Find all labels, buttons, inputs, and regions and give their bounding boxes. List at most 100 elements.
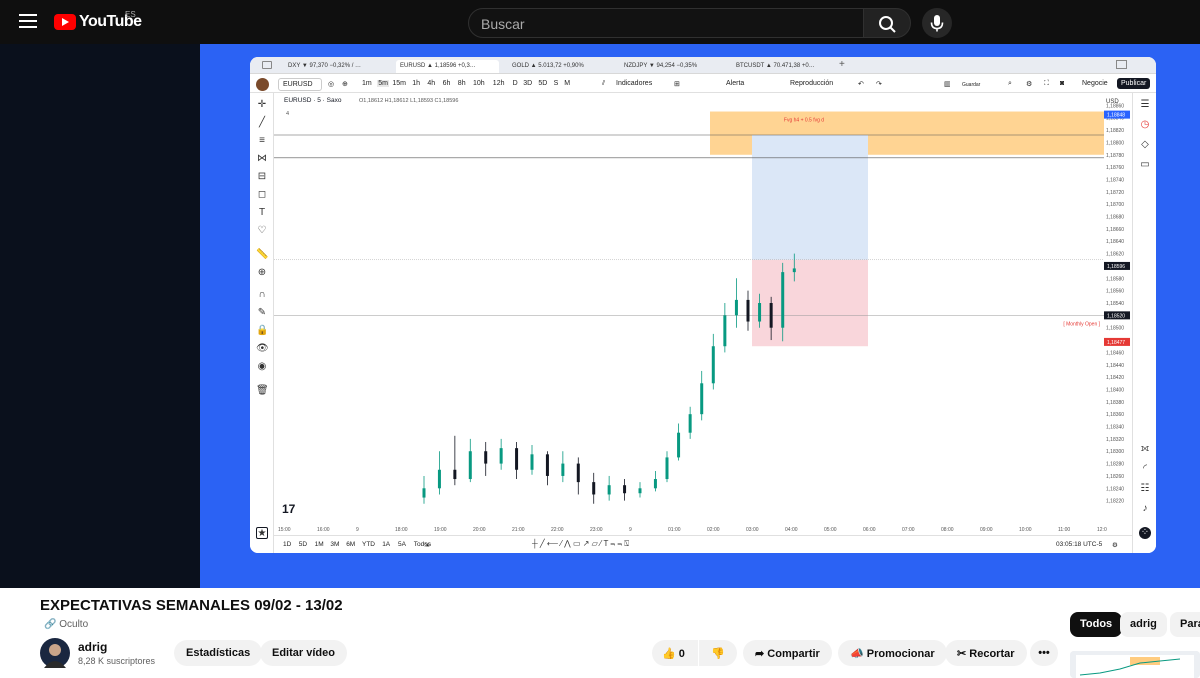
price-tick: 1,18440 [1106,363,1124,369]
favorites-icon[interactable]: ★ [256,527,268,539]
redo-icon[interactable]: ↷ [876,80,882,88]
tab-eurusd[interactable]: EURUSD ▲ 1,18596 +0,3… [396,60,499,73]
compare-icon[interactable]: ◎ [328,80,334,88]
timeframe-5m[interactable]: 5m [377,80,389,87]
tab-gold[interactable]: GOLD ▲ 5.013,72 +0,90% [508,60,612,73]
layers-icon[interactable]: ◇ [1139,139,1151,151]
range-1M[interactable]: 1M [315,541,324,548]
undo-icon[interactable]: ↶ [858,80,864,88]
symbol-search[interactable]: EURUSD [278,78,322,91]
heart-icon[interactable]: ♡ [256,225,268,237]
ruler-icon[interactable]: 📏 [256,249,268,261]
range-YTD[interactable]: YTD [362,541,375,548]
chip-todos[interactable]: Todos [1070,612,1123,637]
search-input[interactable]: Buscar [468,8,864,38]
share-button[interactable]: ➦ Compartir [743,640,832,666]
timeframe-5D[interactable]: 5D [538,80,547,87]
chip-adrig[interactable]: adrig [1120,612,1167,637]
layout-icon[interactable] [262,61,272,69]
user-avatar[interactable] [256,78,269,91]
range-5A[interactable]: 5A [398,541,406,548]
apps-icon[interactable]: ⁘ [1139,527,1151,539]
lock-icon[interactable]: 🔒 [256,325,268,337]
range-1A[interactable]: 1A [382,541,390,548]
price-tick: 1,18240 [1106,486,1124,492]
pattern-icon[interactable]: ⋈ [256,153,268,165]
channel-name[interactable]: adrig [78,640,107,654]
zoom-icon[interactable]: ⊕ [256,267,268,279]
channel-avatar[interactable] [40,638,70,668]
tab-nzdjpy[interactable]: NZDJPY ▼ 94,254 −0,35% [620,60,724,73]
layout-select-icon[interactable]: ▥ [944,80,951,88]
timeframe-4h[interactable]: 4h [427,80,435,87]
indicators-button[interactable]: Indicadores [616,80,652,87]
crosshair-icon[interactable]: ✛ [256,99,268,111]
promote-button[interactable]: 📣 Promocionar [838,640,947,666]
timeframe-S[interactable]: S [554,80,559,87]
dislike-button[interactable]: 👎 [699,640,737,666]
clip-button[interactable]: ✂ Recortar [945,640,1027,666]
chart-type-icon[interactable]: ⫽ [602,80,605,88]
pencil-lock-icon[interactable]: ✎ [256,307,268,319]
calendar-icon[interactable]: ☷ [1139,483,1151,495]
alert-button[interactable]: Alerta [726,80,744,87]
menu-icon[interactable] [19,14,37,28]
window-icon[interactable] [1116,60,1127,69]
date-range-icon[interactable]: ⇲ [424,541,429,549]
trendline-icon[interactable]: ╱ [256,117,268,129]
more-actions-button[interactable]: ••• [1030,640,1058,666]
add-symbol-icon[interactable]: ⊕ [342,80,348,88]
magnet-icon[interactable]: ∩ [256,289,268,301]
timeframe-12h[interactable]: 12h [493,80,505,87]
text-icon[interactable]: T [256,207,268,219]
timeframe-M[interactable]: M [564,80,570,87]
forecast-icon[interactable]: ⊟ [256,171,268,183]
timeframe-8h[interactable]: 8h [458,80,466,87]
alerts-icon[interactable]: ◷ [1139,119,1151,131]
notifications-icon[interactable]: ♪ [1139,503,1151,515]
drawing-favorites-bar[interactable]: ┼ ╱ ⟵ ⁄ ⋀ ▭ ↗ ▱ ⁄ T ⫬ ⫬ ⍂ [532,539,629,549]
youtube-logo[interactable]: YouTube ES [54,10,142,31]
scale-settings-icon[interactable]: ⚙ [1112,541,1118,549]
quick-search-icon[interactable]: ⌕ [1008,80,1012,88]
templates-icon[interactable]: ⊞ [674,80,680,88]
range-6M[interactable]: 6M [346,541,355,548]
publish-button[interactable]: Publicar [1117,78,1151,89]
fib-icon[interactable]: ≡ [256,135,268,147]
timeframe-15m[interactable]: 15m [392,80,406,87]
chip-para[interactable]: Para [1170,612,1200,637]
tab-btcusdt[interactable]: BTCUSDT ▲ 70.471,38 +0… [732,60,836,73]
timeframe-10h[interactable]: 10h [473,80,485,87]
save-button[interactable]: Guardar [962,82,980,88]
voice-search-button[interactable] [922,8,952,38]
timeframe-3D[interactable]: 3D [523,80,532,87]
recommended-video-thumbnail[interactable] [1070,651,1200,678]
trash-icon[interactable]: 🗑 [256,385,269,397]
timeframe-1m[interactable]: 1m [362,80,372,87]
tab-dxy[interactable]: DXY ▼ 97,370 −0,32% / … [284,60,387,73]
replay-button[interactable]: Reproducción [790,80,833,87]
ideas-icon[interactable]: ⟗ [1139,443,1151,455]
settings-icon[interactable]: ⚙ [1026,80,1032,88]
globe-icon[interactable]: ◉ [256,361,268,373]
range-5D[interactable]: 5D [299,541,307,548]
range-3M[interactable]: 3M [330,541,339,548]
stats-button[interactable]: Estadísticas [174,640,263,666]
trade-button[interactable]: Negocie [1082,80,1108,87]
shape-icon[interactable]: ◻ [256,189,268,201]
like-button[interactable]: 👍 0 [652,640,698,666]
watchlist-icon[interactable]: ☰ [1139,99,1151,111]
chat-icon[interactable]: ▭ [1139,159,1151,171]
timeframe-D[interactable]: D [513,80,518,87]
price-chart[interactable]: Fvg h4 + 0.5 fvg d[ Monthly Open ]1,1886… [274,93,1132,535]
add-tab-icon[interactable]: + [839,59,845,70]
streams-icon[interactable]: ◜ [1139,463,1151,475]
range-1D[interactable]: 1D [283,541,291,548]
edit-video-button[interactable]: Editar vídeo [260,640,347,666]
search-button[interactable] [863,8,911,38]
timeframe-6h[interactable]: 6h [443,80,451,87]
eye-icon[interactable]: 👁 [256,343,269,355]
camera-icon[interactable]: ◙ [1060,80,1064,87]
timeframe-1h[interactable]: 1h [412,80,420,87]
fullscreen-icon[interactable]: ⛶ [1044,80,1049,88]
